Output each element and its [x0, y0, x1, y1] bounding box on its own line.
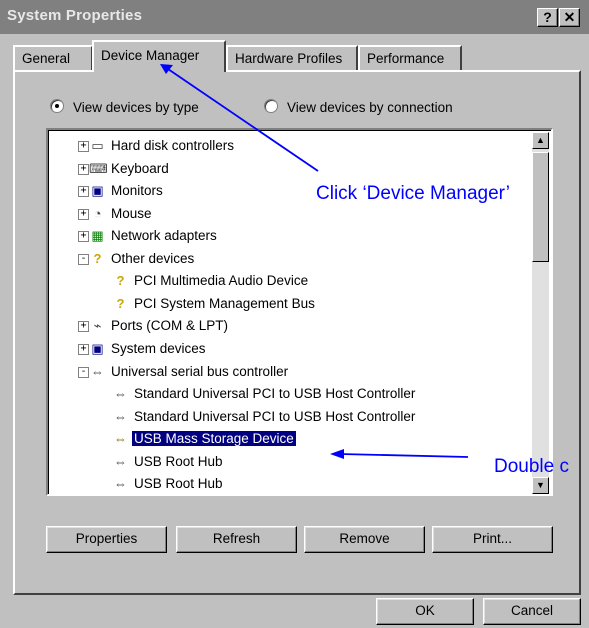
device-tree-item[interactable]: ⇔ Standard Universal PCI to USB Host Cont…: [114, 406, 417, 428]
device-tree-item-label: Network adapters: [111, 228, 217, 244]
view-by-connection-radio[interactable]: View devices by connection: [264, 99, 453, 115]
question-mark-icon: ?: [93, 250, 102, 266]
expand-node-icon[interactable]: +: [78, 141, 89, 152]
radio-selected-indicator: [50, 99, 64, 113]
unknown-device-icon: ?: [116, 273, 125, 289]
device-manager-callout: Click ‘Device Manager’: [316, 183, 510, 204]
tab-device-manager[interactable]: Device Manager: [92, 40, 226, 72]
cancel-button[interactable]: Cancel: [483, 598, 581, 625]
device-tree-item[interactable]: + ◔ Mouse: [78, 203, 154, 225]
double-click-callout: Double c: [494, 456, 569, 477]
hard-disk-icon: ▭: [91, 138, 104, 153]
device-tree-item[interactable]: ⇔ USB Root Hub: [114, 451, 225, 473]
mouse-icon: ◔: [93, 205, 102, 221]
collapse-node-icon[interactable]: -: [78, 366, 89, 378]
device-tree-item[interactable]: - ⇔ Universal serial bus controller: [78, 361, 290, 383]
refresh-button[interactable]: Refresh: [176, 526, 297, 553]
vertical-scrollbar[interactable]: ▲ ▼: [532, 132, 549, 494]
expand-node-icon[interactable]: +: [78, 186, 89, 198]
device-tree-item[interactable]: ⇔ Standard Universal PCI to USB Host Cont…: [114, 383, 417, 405]
window-title: System Properties: [7, 7, 143, 24]
device-tree-item-label: Ports (COM & LPT): [111, 318, 229, 334]
usb-icon: ⇔: [114, 386, 127, 402]
title-bar[interactable]: System Properties ? ✕: [0, 0, 589, 34]
device-tree-item-label: Hard disk controllers: [111, 138, 235, 153]
device-tree-item-label: Universal serial bus controller: [111, 363, 289, 379]
device-tree-item[interactable]: + ▦ Network adapters: [78, 225, 219, 247]
device-tree-item-label: Standard Universal PCI to USB Host Contr…: [134, 386, 416, 402]
view-by-connection-label: View devices by connection: [287, 100, 453, 115]
device-tree-item[interactable]: ? PCI Multimedia Audio Device: [117, 270, 310, 292]
radio-indicator: [264, 99, 278, 113]
scroll-thumb[interactable]: [532, 152, 549, 262]
print-button[interactable]: Print...: [432, 526, 553, 553]
expand-node-icon[interactable]: +: [78, 321, 89, 333]
remove-button[interactable]: Remove: [304, 526, 425, 553]
expand-node-icon[interactable]: +: [78, 163, 89, 175]
scroll-up-button[interactable]: ▲: [532, 132, 549, 149]
tab-hardware-profiles[interactable]: Hardware Profiles: [226, 45, 358, 70]
usb-icon: ⇔: [114, 476, 127, 492]
usb-warning-icon: ⇔: [114, 431, 127, 447]
usb-icon: ⇔: [114, 453, 127, 469]
device-tree-item[interactable]: ⇔ USB Root Hub: [114, 473, 225, 494]
device-tree-item-label: PCI System Management Bus: [134, 295, 315, 311]
system-properties-window: System Properties ? ✕ General Device Man…: [0, 0, 589, 628]
view-by-type-radio[interactable]: View devices by type: [50, 99, 199, 115]
usb-icon: ⇔: [114, 408, 127, 424]
keyboard-icon: ⌨: [89, 160, 108, 176]
tab-performance[interactable]: Performance: [358, 45, 462, 70]
tab-general[interactable]: General: [13, 45, 93, 70]
device-tree-item-label: System devices: [111, 340, 206, 356]
device-tree-item[interactable]: ⇔ USB Mass Storage Device: [114, 428, 296, 450]
expand-node-icon[interactable]: +: [78, 208, 89, 220]
help-button[interactable]: ?: [537, 8, 558, 27]
device-tree-item-label: Keyboard: [111, 160, 169, 176]
device-tree-item-label: Other devices: [111, 250, 195, 266]
computer-icon: ▣: [91, 340, 104, 356]
network-adapter-icon: ▦: [91, 228, 104, 244]
expand-node-icon[interactable]: +: [78, 343, 89, 355]
device-tree-item-label: Monitors: [111, 183, 163, 199]
scroll-down-button[interactable]: ▼: [532, 477, 549, 494]
monitor-icon: ▣: [91, 183, 104, 199]
unknown-device-icon: ?: [116, 295, 125, 311]
device-tree-item[interactable]: + ▭ Hard disk controllers: [78, 135, 236, 157]
ok-button[interactable]: OK: [376, 598, 474, 625]
device-tree-item-label: Mouse: [111, 205, 152, 221]
device-tree-item[interactable]: + ⌨ Keyboard: [78, 158, 171, 180]
collapse-node-icon[interactable]: -: [78, 253, 89, 265]
device-tree-item[interactable]: + ▣ Monitors: [78, 180, 165, 202]
device-tree-item-label: USB Mass Storage Device: [132, 431, 296, 447]
port-icon: ⌁: [93, 318, 102, 334]
device-tree-item[interactable]: -? Other devices: [78, 248, 196, 270]
device-tree-item-label: Standard Universal PCI to USB Host Contr…: [134, 408, 416, 424]
device-tree-item-label: PCI Multimedia Audio Device: [134, 273, 309, 289]
device-tree-item[interactable]: + ▣ System devices: [78, 338, 208, 360]
properties-button[interactable]: Properties: [46, 526, 167, 553]
device-tree-item[interactable]: ? PCI System Management Bus: [117, 293, 317, 315]
close-button[interactable]: ✕: [559, 8, 580, 27]
usb-icon: ⇔: [91, 363, 104, 379]
device-tree-item[interactable]: + ⌁ Ports (COM & LPT): [78, 315, 230, 337]
device-tree-item-label: USB Root Hub: [134, 476, 223, 492]
view-by-type-label: View devices by type: [73, 100, 199, 115]
device-tree-item-label: USB Root Hub: [134, 453, 223, 469]
expand-node-icon[interactable]: +: [78, 231, 89, 243]
